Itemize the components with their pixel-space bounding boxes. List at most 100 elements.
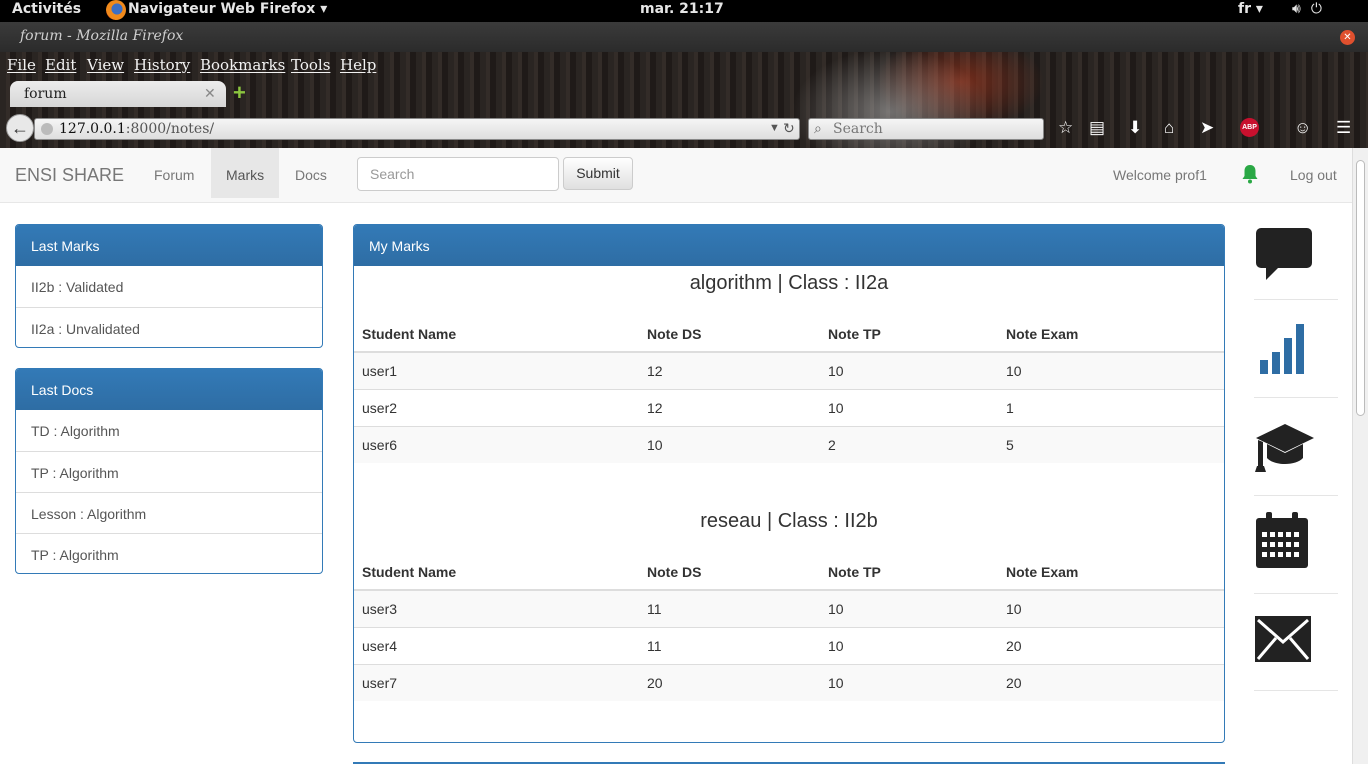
- rail-mail[interactable]: [1254, 594, 1338, 691]
- table-cell: 10: [820, 663, 998, 701]
- table-row: user3 11 10 10: [354, 589, 1224, 627]
- list-item[interactable]: TP : Algorithm: [16, 451, 322, 492]
- browser-tab[interactable]: forum ✕: [10, 81, 226, 107]
- window-close-icon[interactable]: ✕: [1340, 30, 1355, 45]
- submit-button[interactable]: Submit: [563, 157, 633, 190]
- rail-marks[interactable]: [1254, 398, 1338, 496]
- last-marks-panel: Last Marks II2b : Validated II2a : Unval…: [15, 224, 323, 348]
- nav-marks[interactable]: Marks: [211, 148, 279, 198]
- notification-bell-icon[interactable]: [1240, 164, 1260, 189]
- column-header: Note Exam: [998, 316, 1224, 353]
- table-cell: 10: [998, 589, 1224, 627]
- table-cell: 5: [998, 425, 1224, 463]
- tab-close-icon[interactable]: ✕: [204, 85, 216, 102]
- web-page: ENSI SHARE Forum Marks Docs Search Submi…: [0, 148, 1352, 764]
- firefox-logo-icon: [106, 0, 126, 20]
- menu-history[interactable]: History: [134, 56, 190, 74]
- browser-search-placeholder: Search: [833, 121, 883, 137]
- menu-bookmarks[interactable]: Bookmarks: [200, 56, 285, 74]
- nav-docs[interactable]: Docs: [280, 148, 342, 198]
- app-menu[interactable]: Navigateur Web Firefox ▾: [128, 1, 327, 17]
- volume-icon[interactable]: 🔊︎: [1292, 1, 1301, 17]
- home-icon[interactable]: ⌂: [1164, 118, 1174, 138]
- new-tab-icon[interactable]: +: [233, 82, 246, 104]
- column-header: Student Name: [354, 554, 639, 591]
- marks-table: Student Name Note DS Note TP Note Exam u…: [354, 316, 1224, 463]
- menu-file[interactable]: File: [7, 56, 36, 74]
- browser-chrome: File Edit View History Bookmarks Tools H…: [0, 52, 1368, 148]
- send-icon[interactable]: ➤: [1200, 118, 1214, 138]
- table-cell: 12: [639, 388, 820, 426]
- reload-icon[interactable]: ↻: [783, 120, 795, 137]
- power-icon[interactable]: ⏻: [1311, 1, 1322, 17]
- table-cell: 10: [998, 351, 1224, 389]
- tab-title: forum: [24, 86, 67, 102]
- smiley-icon[interactable]: ☺: [1294, 118, 1311, 138]
- table-cell: user6: [354, 425, 639, 463]
- table-row: user6 10 2 5: [354, 425, 1224, 463]
- clock[interactable]: mar. 21:17: [640, 1, 724, 17]
- nav-forum[interactable]: Forum: [139, 148, 209, 198]
- list-item[interactable]: Lesson : Algorithm: [16, 492, 322, 533]
- menu-view[interactable]: View: [87, 56, 124, 74]
- marks-body: algorithm | Class : II2a Student Name No…: [354, 266, 1224, 742]
- table-cell: 11: [639, 589, 820, 627]
- search-icon: ⌕: [814, 120, 822, 136]
- url-dropdown-icon[interactable]: ▼: [769, 122, 780, 134]
- menu-edit[interactable]: Edit: [45, 56, 76, 74]
- graduation-cap-icon: [1255, 424, 1314, 472]
- back-button[interactable]: ←: [6, 114, 34, 142]
- reading-list-icon[interactable]: ▤: [1089, 118, 1105, 138]
- window-titlebar: forum - Mozilla Firefox ✕: [0, 22, 1368, 52]
- site-brand[interactable]: ENSI SHARE: [15, 165, 124, 186]
- last-docs-heading: Last Docs: [16, 369, 322, 410]
- download-icon[interactable]: ⬇: [1128, 118, 1142, 138]
- table-row: user7 20 10 20: [354, 663, 1224, 701]
- envelope-icon: [1255, 616, 1311, 662]
- url-bar[interactable]: 127.0.0.1:8000/notes/ ▼ ↻: [34, 118, 800, 140]
- system-top-bar: Activités Navigateur Web Firefox ▾ mar. …: [0, 0, 1368, 22]
- scrollbar-thumb[interactable]: [1356, 160, 1365, 416]
- activities-button[interactable]: Activités: [12, 1, 81, 17]
- table-header-row: Student Name Note DS Note TP Note Exam: [354, 554, 1224, 591]
- table-row: user4 11 10 20: [354, 626, 1224, 664]
- menu-help[interactable]: Help: [340, 56, 376, 74]
- menu-tools[interactable]: Tools: [291, 56, 330, 74]
- list-item[interactable]: II2b : Validated: [16, 266, 322, 307]
- calendar-icon: [1256, 512, 1308, 568]
- table-cell: 12: [639, 351, 820, 389]
- language-selector[interactable]: fr ▾: [1238, 1, 1263, 17]
- table-cell: user1: [354, 351, 639, 389]
- last-docs-panel: Last Docs TD : Algorithm TP : Algorithm …: [15, 368, 323, 574]
- table-cell: 1: [998, 388, 1224, 426]
- site-search-input[interactable]: Search: [357, 157, 559, 191]
- url-text: 127.0.0.1:8000/notes/: [59, 121, 215, 137]
- rail-stats[interactable]: [1254, 300, 1338, 398]
- table-cell: 10: [820, 626, 998, 664]
- site-identity-icon[interactable]: [41, 123, 53, 135]
- bar-chart-icon: [1260, 324, 1304, 374]
- table-cell: user2: [354, 388, 639, 426]
- my-marks-heading: My Marks: [354, 225, 1224, 266]
- section-title: reseau | Class : II2b: [700, 510, 878, 532]
- list-item[interactable]: TD : Algorithm: [16, 410, 322, 451]
- table-cell: 10: [820, 589, 998, 627]
- system-tray[interactable]: 🔊︎ ⏻: [1292, 1, 1332, 17]
- hamburger-menu-icon[interactable]: ☰: [1336, 118, 1351, 138]
- bookmark-star-icon[interactable]: ☆: [1058, 118, 1073, 138]
- window-title: forum - Mozilla Firefox: [20, 28, 184, 44]
- last-marks-heading: Last Marks: [16, 225, 322, 266]
- rail-calendar[interactable]: [1254, 496, 1338, 594]
- rail-chat[interactable]: [1254, 218, 1338, 300]
- marks-table: Student Name Note DS Note TP Note Exam u…: [354, 554, 1224, 701]
- page-scrollbar[interactable]: [1352, 148, 1368, 764]
- table-cell: 10: [820, 388, 998, 426]
- list-item[interactable]: TP : Algorithm: [16, 533, 322, 573]
- logout-link[interactable]: Log out: [1290, 167, 1337, 183]
- browser-search-bar[interactable]: ⌕ Search: [808, 118, 1044, 140]
- adblock-icon[interactable]: ABP: [1240, 118, 1259, 137]
- table-cell: user7: [354, 663, 639, 701]
- last-docs-list: TD : Algorithm TP : Algorithm Lesson : A…: [16, 410, 322, 573]
- table-cell: 20: [998, 626, 1224, 664]
- list-item[interactable]: II2a : Unvalidated: [16, 307, 322, 347]
